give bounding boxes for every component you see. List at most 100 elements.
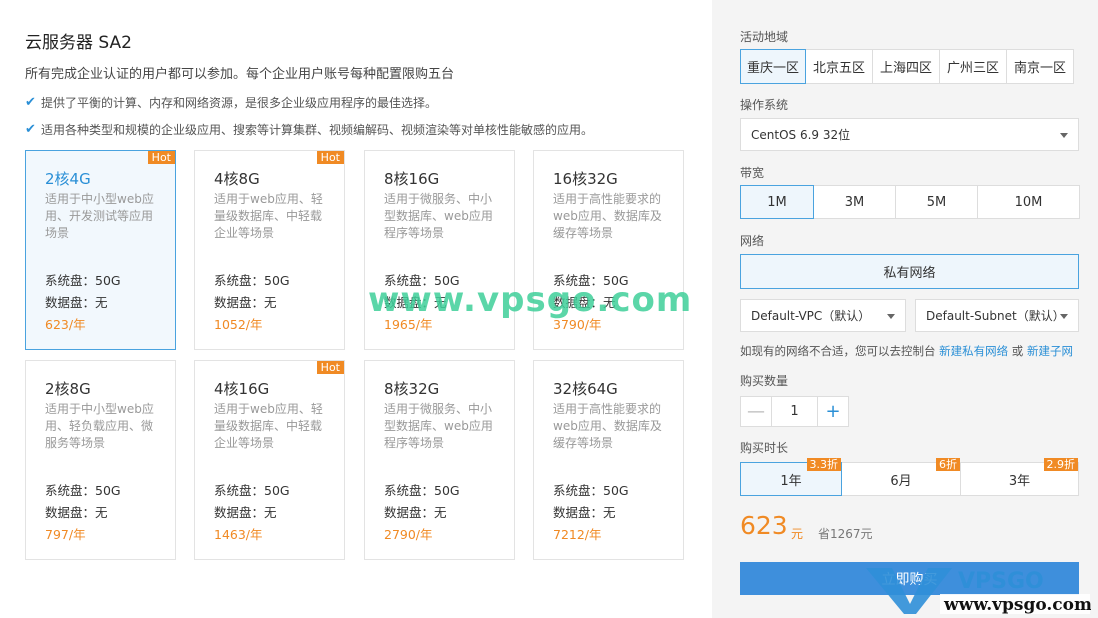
plan-system-disk: 系统盘：50G xyxy=(214,483,290,498)
plan-card[interactable]: 2核4G 适用于中小型web应用、开发测试等应用场景 系统盘：50G 数据盘：无 623… xyxy=(25,150,176,350)
plan-data-disk: 数据盘：无 xyxy=(214,295,277,310)
plan-spec: 8核16G xyxy=(384,170,440,188)
quantity-stepper: — 1 + xyxy=(740,396,849,427)
duration-option-label: 6月 xyxy=(890,473,912,489)
plan-system-disk: 系统盘：50G xyxy=(45,483,121,498)
plan-price: 2790/年 xyxy=(384,527,433,542)
plan-card[interactable]: 8核16G 适用于微服务、中小型数据库、web应用程序等场景 系统盘：50G 数据盘：… xyxy=(364,150,515,350)
network-hint: 如现有的网络不合适，您可以去控制台 新建私有网络 或 新建子网 xyxy=(740,343,1073,359)
plan-card[interactable]: 2核8G 适用于中小型web应用、轻负载应用、微服务等场景系统盘：50G 数据盘：无… xyxy=(25,360,176,560)
watermark-text: www.vpsgo.com xyxy=(368,280,693,320)
bandwidth-option[interactable]: 1M xyxy=(740,185,814,219)
plan-card[interactable]: 4核8G 适用于web应用、轻量级数据库、中轻载企业等场景 系统盘：50G 数据盘：无… xyxy=(194,150,345,350)
plan-card[interactable]: 16核32G 适用于高性能要求的web应用、数据库及缓存等场景 系统盘：50G 数据盘… xyxy=(533,150,684,350)
duration-option[interactable]: 3年 2.9折 xyxy=(960,458,1079,496)
duration-selector: 1年 3.3折 6月 6折 3年 2.9折 xyxy=(740,458,1079,496)
plan-system-disk: 系统盘：50G xyxy=(214,273,290,288)
config-panel: 活动地域 重庆一区 北京五区 上海四区 广州三区 南京一区 操作系统 CentO… xyxy=(712,0,1098,618)
discount-badge: 6折 xyxy=(936,458,960,471)
feature-item: ✔ 提供了平衡的计算、内存和网络资源，是很多企业级应用程序的最佳选择。 xyxy=(25,94,437,111)
logo-wordmark: VPSGO xyxy=(958,569,1044,594)
plan-data-disk: 数据盘：无 xyxy=(384,505,447,520)
caret-down-icon xyxy=(887,313,895,319)
logo-url: www.vpsgo.com xyxy=(943,595,1091,615)
region-option[interactable]: 南京一区 xyxy=(1006,49,1074,84)
plan-description: 适用于微服务、中小型数据库、web应用程序等场景 xyxy=(384,192,493,240)
region-option[interactable]: 重庆一区 xyxy=(740,49,806,84)
duration-option-label: 1年 xyxy=(780,473,802,489)
plan-description: 适用于web应用、轻量级数据库、中轻载企业等场景 xyxy=(214,402,323,450)
new-subnet-link[interactable]: 新建子网 xyxy=(1027,344,1073,358)
bandwidth-selector: 1M 3M 5M 10M xyxy=(740,185,1080,219)
plan-price: 797/年 xyxy=(45,527,86,542)
plan-spec: 2核8G xyxy=(45,380,91,398)
bandwidth-option[interactable]: 10M xyxy=(977,185,1080,219)
bandwidth-label: 带宽 xyxy=(740,166,765,180)
plan-card[interactable]: 32核64G 适用于高性能要求的web应用、数据库及缓存等场景系统盘：50G 数据盘… xyxy=(533,360,684,560)
plan-system-disk: 系统盘：50G xyxy=(45,273,121,288)
plan-card[interactable]: 4核16G 适用于web应用、轻量级数据库、中轻载企业等场景系统盘：50G 数据盘：… xyxy=(194,360,345,560)
os-label: 操作系统 xyxy=(740,98,789,112)
check-icon: ✔ xyxy=(25,95,36,110)
plus-button[interactable]: + xyxy=(817,396,849,427)
feature-text: 适用各种类型和规模的企业级应用、搜索等计算集群、视频编解码、视频渲染等对单核性能… xyxy=(41,123,594,137)
region-selector: 重庆一区 北京五区 上海四区 广州三区 南京一区 xyxy=(740,49,1074,84)
plan-card[interactable]: 8核32G 适用于微服务、中小型数据库、web应用程序等场景 系统盘：50G 数据盘：… xyxy=(364,360,515,560)
quantity-input[interactable]: 1 xyxy=(772,396,817,427)
feature-item: ✔ 适用各种类型和规模的企业级应用、搜索等计算集群、视频编解码、视频渲染等对单核… xyxy=(25,121,593,138)
plan-spec: 4核16G xyxy=(214,380,270,398)
feature-text: 提供了平衡的计算、内存和网络资源，是很多企业级应用程序的最佳选择。 xyxy=(41,96,438,110)
plan-data-disk: 数据盘：无 xyxy=(553,505,616,520)
caret-down-icon xyxy=(1060,313,1068,319)
network-hint-text: 如现有的网络不合适，您可以去控制台 xyxy=(740,344,940,358)
subnet-select-value: Default-Subnet（默认） xyxy=(926,309,1065,323)
bandwidth-option[interactable]: 5M xyxy=(895,185,978,219)
region-label: 活动地域 xyxy=(740,30,789,44)
product-title: 云服务器 SA2 xyxy=(25,33,132,53)
os-select[interactable]: CentOS 6.9 32位 xyxy=(740,118,1079,151)
plan-description: 适用于高性能要求的web应用、数据库及缓存等场景 xyxy=(553,402,662,450)
caret-down-icon xyxy=(1060,132,1068,138)
network-label: 网络 xyxy=(740,234,765,248)
plan-price: 1052/年 xyxy=(214,317,263,332)
hot-badge: Hot xyxy=(316,151,344,164)
plan-description: 适用于中小型web应用、开发测试等应用场景 xyxy=(45,192,154,240)
duration-option[interactable]: 6月 6折 xyxy=(841,458,961,496)
hot-badge: Hot xyxy=(147,151,175,164)
duration-label: 购买时长 xyxy=(740,441,789,455)
plan-description: 适用于中小型web应用、轻负载应用、微服务等场景 xyxy=(45,402,154,450)
subnet-select[interactable]: Default-Subnet（默认） xyxy=(915,299,1079,332)
plan-data-disk: 数据盘：无 xyxy=(45,295,108,310)
total-price: 623 xyxy=(740,511,788,540)
region-option[interactable]: 广州三区 xyxy=(939,49,1007,84)
discount-badge: 2.9折 xyxy=(1043,458,1078,471)
plan-spec: 4核8G xyxy=(214,170,260,188)
hot-badge: Hot xyxy=(316,361,344,374)
plan-price: 7212/年 xyxy=(553,527,602,542)
plan-system-disk: 系统盘：50G xyxy=(384,483,460,498)
minus-button[interactable]: — xyxy=(740,396,772,427)
vpc-select-value: Default-VPC（默认） xyxy=(751,309,871,323)
vpc-select[interactable]: Default-VPC（默认） xyxy=(740,299,906,332)
check-icon: ✔ xyxy=(25,122,36,137)
plan-description: 适用于高性能要求的web应用、数据库及缓存等场景 xyxy=(553,192,662,240)
discount-badge: 3.3折 xyxy=(806,458,841,471)
plan-spec: 8核32G xyxy=(384,380,440,398)
plan-spec: 32核64G xyxy=(553,380,618,398)
duration-option[interactable]: 1年 3.3折 xyxy=(740,458,842,496)
new-vpc-link[interactable]: 新建私有网络 xyxy=(939,344,1008,358)
region-option[interactable]: 北京五区 xyxy=(805,49,873,84)
plan-price: 1463/年 xyxy=(214,527,263,542)
vpsgo-logo: VPSGO www.vpsgo.com xyxy=(866,568,1091,615)
plan-data-disk: 数据盘：无 xyxy=(214,505,277,520)
duration-option-label: 3年 xyxy=(1008,473,1031,489)
plan-data-disk: 数据盘：无 xyxy=(45,505,108,520)
quantity-label: 购买数量 xyxy=(740,374,789,388)
bandwidth-option[interactable]: 3M xyxy=(813,185,896,219)
network-type-button[interactable]: 私有网络 xyxy=(740,254,1079,289)
network-hint-or: 或 xyxy=(1008,344,1027,358)
region-option[interactable]: 上海四区 xyxy=(872,49,940,84)
product-subtitle: 所有完成企业认证的用户都可以参加。每个企业用户账号每种配置限购五台 xyxy=(25,67,455,82)
plan-system-disk: 系统盘：50G xyxy=(553,483,629,498)
os-select-value: CentOS 6.9 32位 xyxy=(751,128,851,142)
